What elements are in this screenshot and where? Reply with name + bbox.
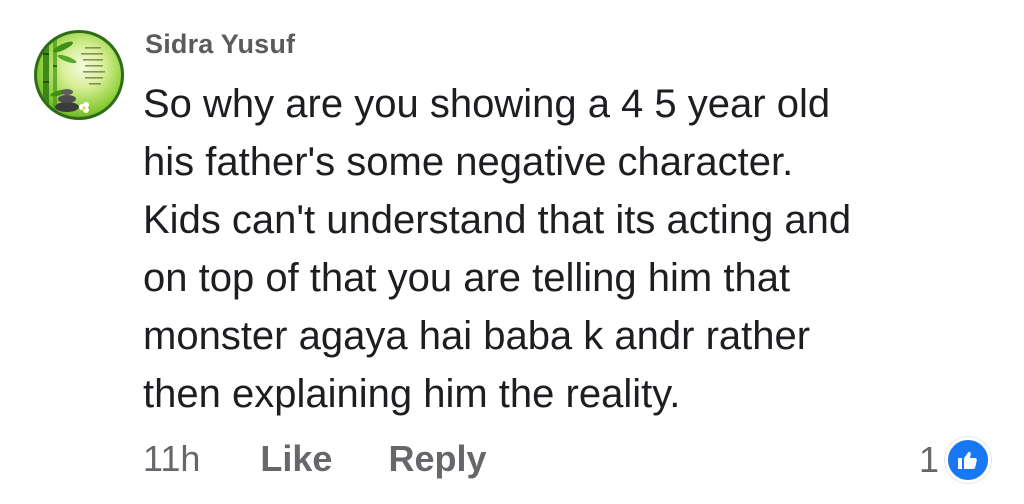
comment-body: So why are you showing a 4 5 year old hi… (143, 75, 1003, 423)
comment-author[interactable]: Sidra Yusuf (145, 29, 295, 60)
comment-body-line: then explaining him the reality. (143, 372, 681, 416)
comment: Sidra Yusuf So why are you showing a 4 5… (0, 0, 1024, 504)
comment-actions: 11h Like Reply (143, 438, 543, 480)
comment-body-line: on top of that you are telling him that (143, 256, 791, 300)
avatar-image (43, 33, 105, 117)
reaction-summary[interactable]: 1 (919, 437, 991, 483)
thumbs-up-icon (945, 437, 991, 483)
comment-timestamp[interactable]: 11h (143, 438, 200, 480)
comment-body-line: monster agaya hai baba k andr rather (143, 314, 811, 358)
comment-body-line: his father's some negative character. (143, 140, 794, 184)
comment-body-line: Kids can't understand that its acting an… (143, 198, 852, 242)
reaction-count: 1 (918, 439, 939, 480)
comment-body-line: So why are you showing a 4 5 year old (143, 82, 831, 126)
reply-button[interactable]: Reply (388, 438, 486, 480)
avatar[interactable] (34, 30, 124, 120)
like-button[interactable]: Like (260, 438, 332, 480)
